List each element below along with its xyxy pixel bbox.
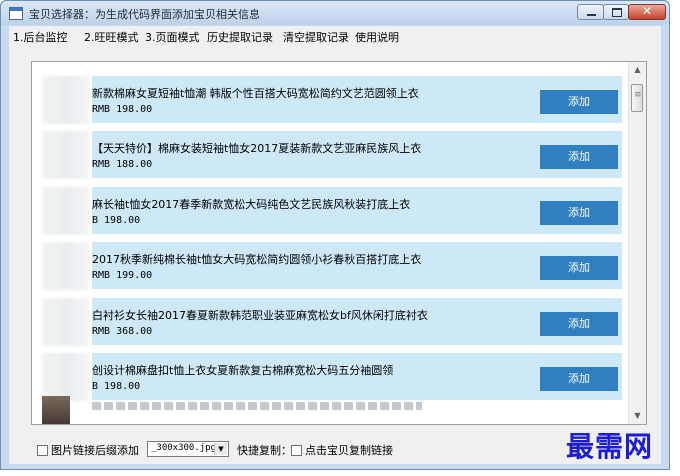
close-icon: ✕ bbox=[641, 4, 653, 18]
menu-page-mode[interactable]: 3.页面模式 bbox=[145, 29, 200, 45]
product-row: 创设计棉麻盘扣t恤上衣女夏新款复古棉麻宽松大码五分袖圆领 B 198.00 添加 bbox=[92, 353, 622, 400]
product-title: 创设计棉麻盘扣t恤上衣女夏新款复古棉麻宽松大码五分袖圆领 bbox=[92, 364, 394, 377]
product-price: RMB 188.00 bbox=[92, 159, 153, 170]
product-thumbnail bbox=[42, 76, 90, 124]
product-list[interactable]: 新款棉麻女夏短袖t恤潮 韩版个性百搭大码宽松简约文艺范圆领上衣 RMB 198.… bbox=[31, 61, 647, 425]
maximize-icon bbox=[612, 8, 622, 17]
product-title: 2017秋季新纯棉长袖t恤女大码宽松简约圆领小衫春秋百搭打底上衣 bbox=[92, 253, 422, 266]
product-price: B 198.00 bbox=[92, 215, 141, 226]
product-title: 麻长袖t恤女2017春季新款宽松大码纯色文艺民族风秋装打底上衣 bbox=[92, 198, 411, 211]
add-button[interactable]: 添加 bbox=[540, 256, 618, 280]
product-title-partial bbox=[92, 402, 422, 410]
add-button[interactable]: 添加 bbox=[540, 201, 618, 225]
minimize-icon bbox=[587, 14, 596, 16]
scroll-thumb[interactable] bbox=[631, 84, 643, 112]
click-copy-checkbox[interactable] bbox=[291, 445, 302, 456]
image-link-checkbox[interactable] bbox=[37, 445, 48, 456]
product-title: 白衬衫女长袖2017春夏新款韩范职业装亚麻宽松女bf风休闲打底衬衣 bbox=[92, 309, 428, 322]
title-bar[interactable]: 宝贝选择器：为生成代码界面添加宝贝相关信息 ✕ bbox=[1, 1, 669, 25]
minimize-button[interactable] bbox=[577, 4, 604, 20]
maximize-button[interactable] bbox=[603, 4, 629, 20]
app-icon bbox=[9, 7, 23, 20]
product-price: RMB 198.00 bbox=[92, 104, 153, 115]
scroll-up-icon[interactable]: ▲ bbox=[629, 62, 646, 78]
product-row: 2017秋季新纯棉长袖t恤女大码宽松简约圆领小衫春秋百搭打底上衣 RMB 199… bbox=[92, 242, 622, 289]
quick-copy-label: 快捷复制： bbox=[237, 444, 292, 457]
product-price: B 198.00 bbox=[92, 381, 141, 392]
product-thumbnail bbox=[42, 353, 90, 401]
add-button[interactable]: 添加 bbox=[540, 312, 618, 336]
scroll-down-icon[interactable]: ▼ bbox=[629, 408, 646, 424]
menu-help[interactable]: 使用说明 bbox=[355, 29, 399, 45]
image-size-value: _300x300.jpg bbox=[151, 443, 217, 453]
client-area: 新款棉麻女夏短袖t恤潮 韩版个性百搭大码宽松简约文艺范圆领上衣 RMB 198.… bbox=[9, 46, 661, 464]
menu-clear-records[interactable]: 清空提取记录 bbox=[283, 29, 349, 45]
product-thumbnail bbox=[42, 131, 90, 179]
product-thumbnail bbox=[42, 242, 90, 290]
product-row: 麻长袖t恤女2017春季新款宽松大码纯色文艺民族风秋装打底上衣 B 198.00… bbox=[92, 187, 622, 234]
app-window: 宝贝选择器：为生成代码界面添加宝贝相关信息 ✕ 1.后台监控 2.旺旺模式 3.… bbox=[0, 0, 670, 470]
menu-history-records[interactable]: 历史提取记录 bbox=[207, 29, 273, 45]
menu-bar: 1.后台监控 2.旺旺模式 3.页面模式 历史提取记录 清空提取记录 使用说明 bbox=[9, 26, 661, 46]
add-button[interactable]: 添加 bbox=[540, 367, 618, 391]
product-row: 新款棉麻女夏短袖t恤潮 韩版个性百搭大码宽松简约文艺范圆领上衣 RMB 198.… bbox=[92, 76, 622, 123]
product-row: 【天天特价】棉麻女装短袖t恤女2017夏装新款文艺亚麻民族风上衣 RMB 188… bbox=[92, 131, 622, 178]
image-link-label: 图片链接后缀添加 bbox=[51, 444, 139, 457]
product-title: 新款棉麻女夏短袖t恤潮 韩版个性百搭大码宽松简约文艺范圆领上衣 bbox=[92, 87, 419, 100]
product-thumbnail bbox=[42, 298, 90, 346]
product-price: RMB 368.00 bbox=[92, 326, 153, 337]
vertical-scrollbar[interactable]: ▲ ▼ bbox=[628, 62, 646, 424]
site-watermark: 最需网 bbox=[566, 430, 654, 463]
chevron-down-icon[interactable]: ▼ bbox=[214, 443, 227, 455]
image-size-select[interactable]: _300x300.jpg ▼ bbox=[147, 441, 229, 457]
product-thumbnail-partial bbox=[42, 396, 70, 424]
menu-backend-monitor[interactable]: 1.后台监控 bbox=[13, 29, 68, 45]
product-price: RMB 199.00 bbox=[92, 270, 153, 281]
add-button[interactable]: 添加 bbox=[540, 145, 618, 169]
add-button[interactable]: 添加 bbox=[540, 90, 618, 114]
click-copy-label: 点击宝贝复制链接 bbox=[305, 444, 393, 457]
window-title: 宝贝选择器：为生成代码界面添加宝贝相关信息 bbox=[29, 8, 260, 21]
product-row: 白衬衫女长袖2017春夏新款韩范职业装亚麻宽松女bf风休闲打底衬衣 RMB 36… bbox=[92, 298, 622, 345]
close-button[interactable]: ✕ bbox=[628, 4, 666, 20]
menu-wangwang-mode[interactable]: 2.旺旺模式 bbox=[84, 29, 139, 45]
product-thumbnail bbox=[42, 187, 90, 235]
product-title: 【天天特价】棉麻女装短袖t恤女2017夏装新款文艺亚麻民族风上衣 bbox=[92, 142, 422, 155]
